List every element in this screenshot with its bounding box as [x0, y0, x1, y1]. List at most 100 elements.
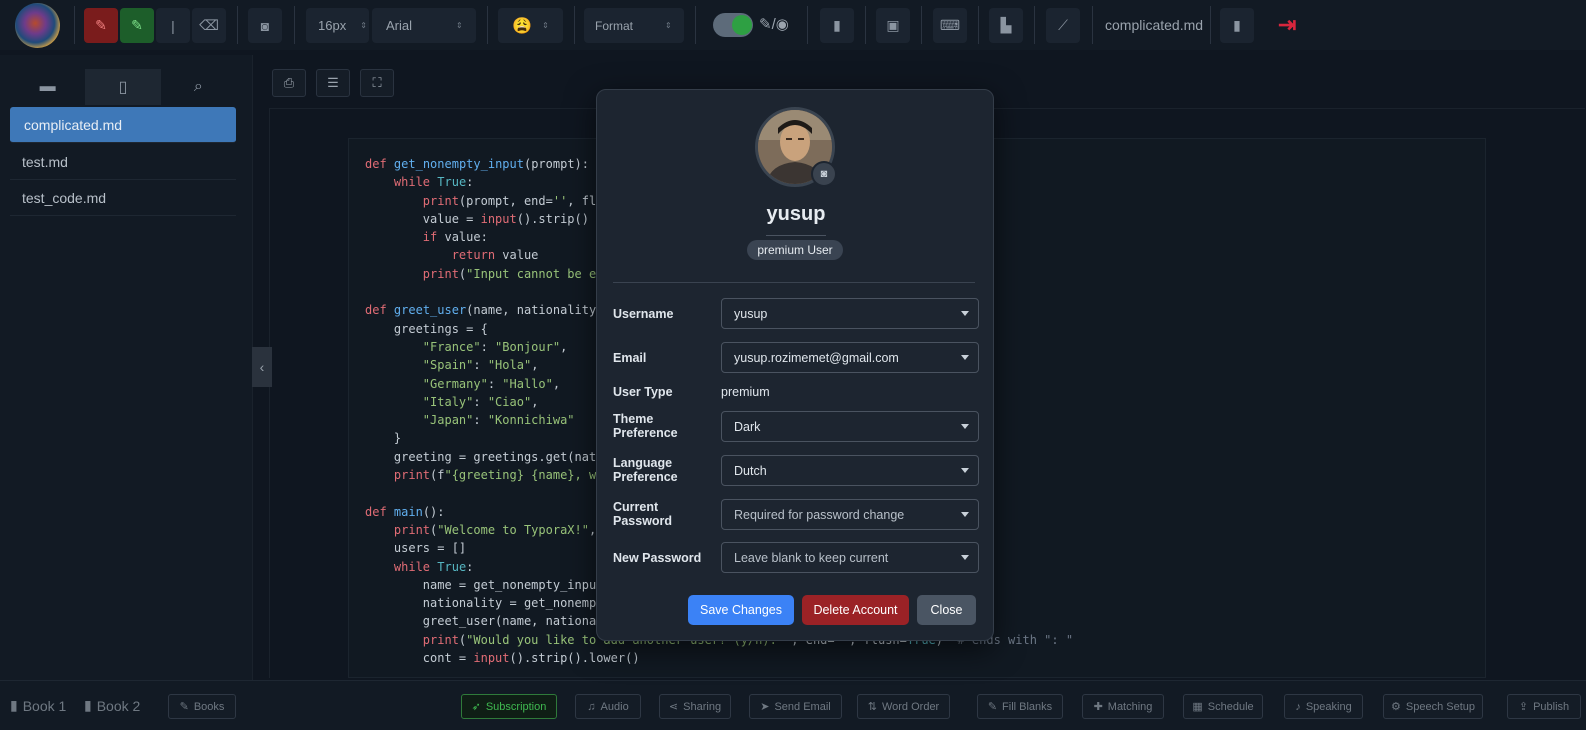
toolbar-divider [1210, 6, 1211, 44]
user-type-badge: premium User [747, 240, 843, 260]
line-chart-icon: ⟋ [1058, 17, 1068, 33]
tab-folders[interactable]: ▬ [10, 69, 85, 105]
schedule-button[interactable]: ▦ Schedule [1183, 694, 1263, 719]
rocket-icon: ➶ [471, 701, 481, 713]
fill-blanks-button[interactable]: ✎ Fill Blanks [977, 694, 1063, 719]
button-label: Matching [1107, 700, 1153, 713]
save-changes-button[interactable]: Save Changes [688, 595, 794, 625]
username-label: Username [613, 307, 674, 321]
email-field[interactable]: yusup.rozimemet@gmail.com [721, 342, 979, 373]
tab-files[interactable]: ▯ [85, 69, 161, 105]
file-item-test[interactable]: test.md [10, 144, 236, 180]
collapse-sidebar-button[interactable]: ‹ [252, 347, 272, 387]
sidebar: ▬ ▯ ⌕ complicated.md test.md test_code.m… [0, 55, 252, 680]
sharing-button[interactable]: ⋖ Sharing [659, 694, 731, 719]
book-tab-2[interactable]: ▮ Book 2 [84, 697, 140, 714]
close-button[interactable]: Close [917, 595, 976, 625]
edit-icon: ✎ [179, 701, 189, 713]
upload-icon: ⇪ [1518, 701, 1529, 713]
speaking-button[interactable]: ♪ Speaking [1284, 694, 1363, 719]
profile-username: yusup [766, 203, 826, 225]
label-line: Current [613, 500, 659, 514]
change-avatar-button[interactable]: ◙ [811, 161, 837, 187]
user-type-label: User Type [613, 385, 673, 399]
pen-icon: ✎ [95, 17, 107, 33]
label-line: Theme [613, 412, 654, 426]
bookmark-button[interactable]: ▮ [820, 8, 854, 43]
username-value: yusup [734, 306, 768, 321]
keyboard-button[interactable]: ⌨ [933, 8, 967, 43]
font-size-select[interactable]: 16px ⇕ [306, 8, 369, 43]
eraser-icon: ⌫ [199, 17, 219, 33]
word-order-button[interactable]: ⇅ Word Order [857, 694, 950, 719]
gear-icon: ⚙ [1391, 701, 1401, 713]
book-button[interactable]: ▮ [1220, 8, 1254, 43]
emoji-select[interactable]: 😩 ⇕ [498, 8, 563, 43]
outline-button[interactable]: ☰ [316, 69, 350, 97]
dropdown-arrow-icon [961, 512, 969, 517]
user-type-value: premium [721, 385, 770, 399]
book-tab-1[interactable]: ▮ Book 1 [10, 697, 66, 714]
sort-icon: ⇅ [867, 701, 877, 713]
username-field[interactable]: yusup [721, 298, 979, 329]
audio-button[interactable]: ♫ Audio [575, 694, 641, 719]
new-password-label: New Password [613, 551, 702, 565]
bar-chart-icon: ▙ [1000, 17, 1012, 33]
send-email-button[interactable]: ➤ Send Email [749, 694, 842, 719]
delete-account-button[interactable]: Delete Account [802, 595, 909, 625]
current-password-field[interactable]: Required for password change [721, 499, 979, 530]
matching-button[interactable]: ✚ Matching [1082, 694, 1164, 719]
toolbar-divider [1034, 6, 1035, 44]
language-select[interactable]: Dutch [721, 455, 979, 486]
dropdown-arrow-icon [961, 355, 969, 360]
label-line: Preference [613, 470, 678, 484]
toolbar-divider [695, 6, 696, 44]
preview-toggle[interactable] [713, 13, 753, 37]
save-file-button[interactable]: ▣ [876, 8, 910, 43]
new-password-field[interactable]: Leave blank to keep current [721, 542, 979, 573]
eraser-button[interactable]: ⌫ [192, 8, 226, 43]
calendar-icon: ▦ [1192, 701, 1203, 713]
button-label: Word Order [881, 700, 940, 713]
books-button[interactable]: ✎ Books [168, 694, 236, 719]
subscription-button[interactable]: ➶ Subscription [461, 694, 557, 719]
publish-button[interactable]: ⇪ Publish [1507, 694, 1581, 719]
format-select[interactable]: Format ⇕ [584, 8, 684, 43]
file-item-test-code[interactable]: test_code.md [10, 180, 236, 216]
red-pen-button[interactable]: ✎ [84, 8, 118, 43]
current-file-title: complicated.md [1105, 17, 1204, 33]
file-item-label: test_code.md [22, 189, 107, 206]
divider-tool-button[interactable]: | [156, 8, 190, 43]
save-icon: ▣ [886, 17, 900, 33]
camera-button[interactable]: ◙ [248, 8, 282, 43]
label-line: Password [613, 514, 673, 528]
font-family-select[interactable]: Arial ⇕ [372, 8, 476, 43]
button-label: Fill Blanks [1002, 700, 1053, 713]
puzzle-icon: ✚ [1093, 701, 1103, 713]
font-size-value: 16px [318, 18, 347, 33]
green-pen-button[interactable]: ✎ [120, 8, 154, 43]
music-icon: ♫ [587, 700, 596, 713]
code-line: cont = input().strip().lower() [365, 651, 640, 666]
button-label: Subscription [485, 700, 547, 713]
line-icon: | [171, 17, 175, 34]
print-button[interactable]: ⎙ [272, 69, 306, 97]
theme-select[interactable]: Dark [721, 411, 979, 442]
fullscreen-button[interactable]: ⛶ [360, 69, 394, 97]
toolbar-divider [865, 6, 866, 44]
speech-setup-button[interactable]: ⚙ Speech Setup [1383, 694, 1483, 719]
bar-chart-button[interactable]: ▙ [989, 8, 1023, 43]
book-icon: ▮ [10, 697, 18, 713]
book-icon: ▮ [84, 697, 92, 713]
file-item-complicated[interactable]: complicated.md [10, 107, 236, 143]
email-value: yusup.rozimemet@gmail.com [734, 350, 899, 365]
line-chart-button[interactable]: ⟋ [1046, 8, 1080, 43]
new-password-placeholder: Leave blank to keep current [734, 550, 889, 565]
toolbar-divider [921, 6, 922, 44]
bookmark-icon: ▮ [833, 17, 841, 33]
logout-icon[interactable]: ⇥ [1278, 12, 1296, 38]
toolbar-divider [237, 6, 238, 44]
email-label: Email [613, 351, 647, 365]
tab-search[interactable]: ⌕ [161, 69, 236, 105]
toolbar-divider [978, 6, 979, 44]
